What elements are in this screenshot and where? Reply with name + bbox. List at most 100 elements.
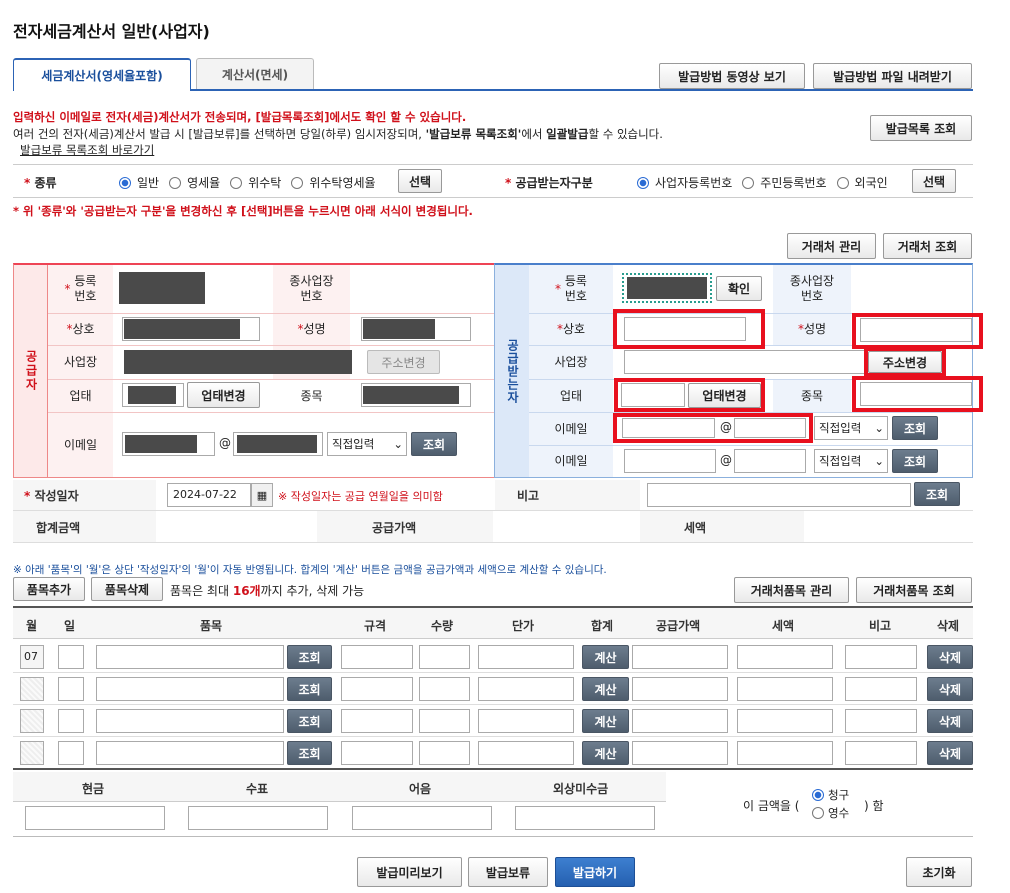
payment-credit-input[interactable] <box>515 806 655 830</box>
row-item-input[interactable] <box>96 709 284 733</box>
recipient-address-change-button[interactable]: 주소변경 <box>868 351 942 373</box>
radio-foreigner[interactable] <box>836 176 849 189</box>
row-remark-input[interactable] <box>845 741 917 765</box>
payment-cash-input[interactable] <box>25 806 165 830</box>
radio-claim[interactable] <box>812 789 824 801</box>
item-add-button[interactable]: 품목추가 <box>13 577 85 601</box>
file-download-button[interactable]: 발급방법 파일 내려받기 <box>813 63 972 89</box>
recipient-email2-id-input[interactable] <box>624 449 716 473</box>
recipient-type-text: 공급받는자구분 <box>515 176 593 190</box>
row-supply-input[interactable] <box>632 677 728 701</box>
row-item-search-button[interactable]: 조회 <box>287 645 332 669</box>
row-remark-input[interactable] <box>845 645 917 669</box>
row-item-search-button[interactable]: 조회 <box>287 677 332 701</box>
row-qty-input[interactable] <box>419 709 470 733</box>
calendar-icon[interactable]: ▦ <box>251 483 273 507</box>
recipient-select-button[interactable]: 선택 <box>912 169 956 193</box>
row-price-input[interactable] <box>478 645 574 669</box>
recipient-item-input[interactable] <box>860 382 972 406</box>
date-input[interactable]: 2024-07-22 <box>167 483 251 507</box>
supplier-email-search-button[interactable]: 조회 <box>411 432 457 456</box>
radio-consign-zero[interactable] <box>291 176 304 189</box>
row-delete-button[interactable]: 삭제 <box>927 645 973 669</box>
radio-zero-rate[interactable] <box>169 176 182 189</box>
recipient-email1-id-input[interactable] <box>622 418 715 438</box>
recipient-email1-domain-input[interactable] <box>734 418 806 438</box>
reset-button[interactable]: 초기화 <box>906 857 972 887</box>
radio-normal[interactable] <box>119 176 131 189</box>
row-delete-button[interactable]: 삭제 <box>927 741 973 765</box>
recipient-name-input[interactable] <box>860 318 972 342</box>
row-day-input[interactable] <box>58 677 84 701</box>
row-day-input[interactable] <box>58 741 84 765</box>
payment-check-input[interactable] <box>188 806 328 830</box>
hold-button[interactable]: 발급보류 <box>468 857 548 887</box>
row-calc-button[interactable]: 계산 <box>582 645 629 669</box>
row-item-search-button[interactable]: 조회 <box>287 741 332 765</box>
row-item-search-button[interactable]: 조회 <box>287 709 332 733</box>
recipient-biztype-input[interactable] <box>621 383 685 407</box>
row-price-input[interactable] <box>478 709 574 733</box>
recipient-biztype-change-button[interactable]: 업태변경 <box>688 383 761 408</box>
row-delete-button[interactable]: 삭제 <box>927 709 973 733</box>
recipient-address-input[interactable] <box>624 350 868 374</box>
row-qty-input[interactable] <box>419 677 470 701</box>
recipient-email1-search-button[interactable]: 조회 <box>892 416 938 440</box>
payment-bill-input[interactable] <box>352 806 492 830</box>
supplier-address-change-button[interactable]: 주소변경 <box>367 350 440 374</box>
radio-consign[interactable] <box>230 176 243 189</box>
supplier-biztype-change-button[interactable]: 업태변경 <box>187 382 260 408</box>
row-remark-input[interactable] <box>845 677 917 701</box>
tab-tax-invoice[interactable]: 세금계산서(영세율포함) <box>13 58 191 91</box>
row-remark-input[interactable] <box>845 709 917 733</box>
recipient-company-input[interactable] <box>624 317 746 341</box>
remark-input[interactable] <box>647 483 911 507</box>
row-calc-button[interactable]: 계산 <box>582 709 629 733</box>
issued-list-button[interactable]: 발급목록 조회 <box>870 115 972 141</box>
partner-search-button[interactable]: 거래처 조회 <box>883 233 972 259</box>
row-calc-button[interactable]: 계산 <box>582 677 629 701</box>
row-item-input[interactable] <box>96 645 284 669</box>
type-select-button[interactable]: 선택 <box>398 169 442 193</box>
preview-button[interactable]: 발급미리보기 <box>357 857 462 887</box>
recipient-email2-domain-input[interactable] <box>734 449 806 473</box>
recipient-email2-search-button[interactable]: 조회 <box>892 449 938 473</box>
row-day-input[interactable] <box>58 645 84 669</box>
row-supply-input[interactable] <box>632 741 728 765</box>
hold-list-link[interactable]: 발급보류 목록조회 바로가기 <box>20 142 154 159</box>
row-spec-input[interactable] <box>341 677 413 701</box>
issue-button[interactable]: 발급하기 <box>555 857 635 887</box>
recipient-email2-select[interactable]: 직접입력 ⌄ <box>814 449 888 473</box>
partner-item-manage-button[interactable]: 거래처품목 관리 <box>734 577 849 603</box>
recipient-email1-select[interactable]: 직접입력 ⌄ <box>814 416 888 440</box>
video-guide-button[interactable]: 발급방법 동영상 보기 <box>659 63 805 89</box>
partner-manage-button[interactable]: 거래처 관리 <box>787 233 876 259</box>
row-spec-input[interactable] <box>341 709 413 733</box>
supplier-email-select[interactable]: 직접입력 ⌄ <box>327 432 407 456</box>
tab-invoice[interactable]: 계산서(면세) <box>196 58 314 90</box>
row-tax-input[interactable] <box>737 677 833 701</box>
row-qty-input[interactable] <box>419 741 470 765</box>
row-spec-input[interactable] <box>341 645 413 669</box>
radio-biz-no[interactable] <box>637 176 649 189</box>
row-price-input[interactable] <box>478 741 574 765</box>
recipient-confirm-button[interactable]: 확인 <box>716 276 762 301</box>
row-tax-input[interactable] <box>737 741 833 765</box>
row-tax-input[interactable] <box>737 709 833 733</box>
remark-search-button[interactable]: 조회 <box>914 482 960 506</box>
row-item-input[interactable] <box>96 677 284 701</box>
row-calc-button[interactable]: 계산 <box>582 741 629 765</box>
row-spec-input[interactable] <box>341 741 413 765</box>
row-tax-input[interactable] <box>737 645 833 669</box>
row-day-input[interactable] <box>58 709 84 733</box>
radio-resident-no[interactable] <box>742 176 755 189</box>
row-qty-input[interactable] <box>419 645 470 669</box>
row-price-input[interactable] <box>478 677 574 701</box>
row-supply-input[interactable] <box>632 645 728 669</box>
row-delete-button[interactable]: 삭제 <box>927 677 973 701</box>
row-item-input[interactable] <box>96 741 284 765</box>
item-delete-button[interactable]: 품목삭제 <box>91 577 163 601</box>
partner-item-search-button[interactable]: 거래처품목 조회 <box>856 577 972 603</box>
row-supply-input[interactable] <box>632 709 728 733</box>
radio-receipt[interactable] <box>812 807 824 819</box>
